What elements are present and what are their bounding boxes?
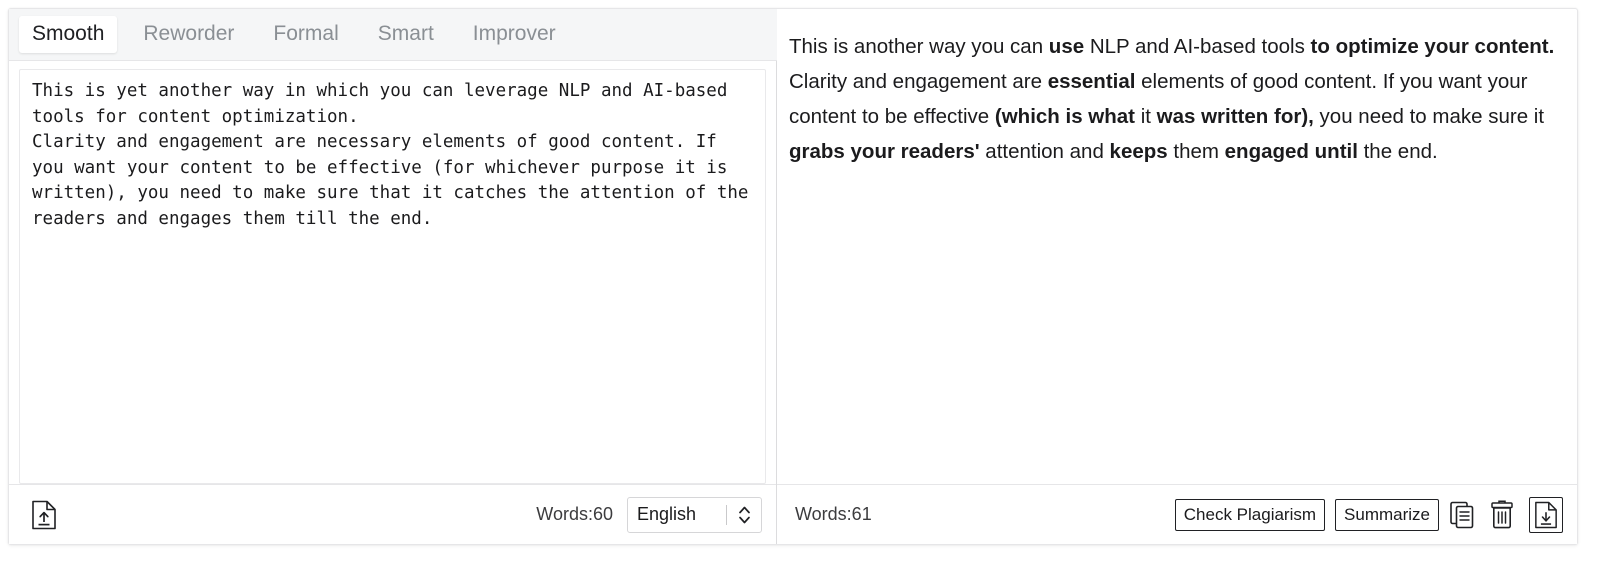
output-run-plain: the end. [1357, 140, 1438, 163]
input-word-count: Words:60 [536, 504, 613, 524]
tab-improver[interactable]: Improver [460, 16, 569, 53]
chevron-up-down-icon [734, 503, 754, 527]
language-select[interactable]: English [627, 496, 762, 533]
tab-smart-label: Smart [377, 21, 434, 45]
output-run-plain: them [1167, 140, 1225, 163]
input-footer: Words:60 English [9, 484, 776, 544]
output-run-bold: to optimize your content. [1310, 35, 1555, 58]
input-pane: Smooth Reworder Formal Smart Improver Th… [9, 9, 777, 544]
source-textarea[interactable]: This is yet another way in which you can… [19, 69, 766, 484]
tab-formal-label: Formal [273, 21, 339, 45]
app-root: Smooth Reworder Formal Smart Improver Th… [0, 0, 1600, 567]
source-text: This is yet another way in which you can… [32, 81, 749, 229]
editor-split: Smooth Reworder Formal Smart Improver Th… [9, 9, 1577, 544]
output-pane: This is another way you can use NLP and … [777, 9, 1577, 544]
language-select-divider [726, 504, 727, 525]
copy-icon[interactable] [1448, 498, 1478, 532]
output-run-bold: keeps [1109, 140, 1168, 163]
output-run-bold: was written for), [1156, 105, 1314, 128]
output-run-plain: it [1135, 105, 1157, 128]
input-editor-container: This is yet another way in which you can… [9, 61, 776, 484]
output-run-plain: NLP and AI-based tools [1084, 35, 1311, 58]
output-text[interactable]: This is another way you can use NLP and … [789, 29, 1559, 169]
output-run-bold: use [1048, 35, 1085, 58]
mode-tabbar: Smooth Reworder Formal Smart Improver [9, 9, 777, 61]
output-run-plain: This is another way you can [789, 35, 1049, 58]
language-select-value: English [637, 504, 697, 524]
document-download-icon[interactable] [1529, 496, 1563, 533]
trash-icon[interactable] [1487, 498, 1517, 532]
tab-smart[interactable]: Smart [365, 16, 447, 53]
output-run-bold: (which is what [994, 105, 1136, 128]
summarize-button[interactable]: Summarize [1335, 498, 1439, 531]
output-run-bold: engaged until [1224, 140, 1358, 163]
output-run-bold: grabs your readers' [789, 140, 980, 163]
output-run-plain: you need to make sure it [1313, 105, 1545, 128]
tab-smooth-label: Smooth [32, 21, 105, 45]
output-editor-container: This is another way you can use NLP and … [777, 9, 1577, 484]
output-run-plain: attention and [979, 140, 1110, 163]
output-word-count: Words:61 [795, 504, 872, 524]
tab-formal[interactable]: Formal [260, 16, 351, 53]
tab-improver-label: Improver [472, 21, 556, 45]
paraphraser-card: Smooth Reworder Formal Smart Improver Th… [8, 8, 1578, 545]
tab-smooth[interactable]: Smooth [19, 15, 118, 54]
check-plagiarism-button[interactable]: Check Plagiarism [1174, 498, 1326, 531]
output-run-plain: Clarity and engagement are [789, 70, 1048, 93]
tab-reworder-label: Reworder [143, 21, 235, 45]
tab-reworder[interactable]: Reworder [130, 16, 247, 53]
output-run-bold: essential [1047, 70, 1136, 93]
document-upload-icon[interactable] [27, 496, 61, 534]
output-footer: Words:61 Check Plagiarism Summarize [777, 484, 1577, 544]
